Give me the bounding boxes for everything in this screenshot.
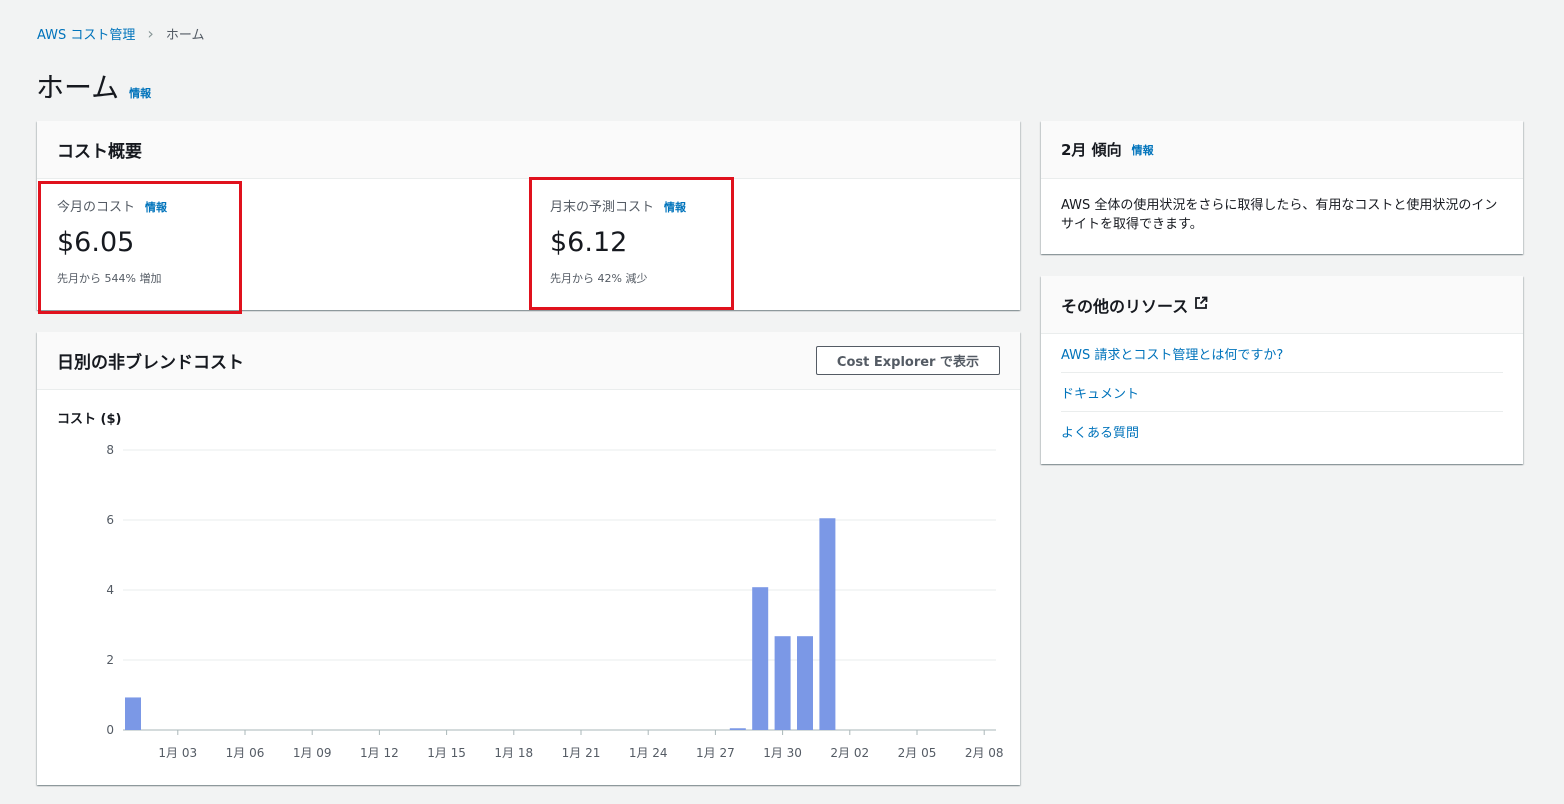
resource-list: AWS 請求とコスト管理とは何ですか? ドキュメント よくある質問 <box>1041 334 1523 450</box>
x-tick-label: 1月 03 <box>158 746 197 760</box>
other-resources-panel: その他のリソース AWS 請求とコスト管理とは何ですか? ドキュメント よくある… <box>1041 276 1523 464</box>
breadcrumb-current: ホーム <box>165 28 205 43</box>
page-info-link[interactable]: 情報 <box>129 85 151 101</box>
chevron-right-icon: › <box>147 24 154 43</box>
x-tick-label: 1月 18 <box>494 746 533 760</box>
chart-bar[interactable] <box>752 587 769 730</box>
x-tick-label: 1月 24 <box>629 746 668 760</box>
y-tick-label: 6 <box>106 513 114 527</box>
x-tick-label: 1月 12 <box>360 746 399 760</box>
breadcrumb-cost-management-link[interactable]: AWS コスト管理 <box>37 24 135 43</box>
x-tick-label: 1月 21 <box>562 746 601 760</box>
trend-header: 2月 傾向 情報 <box>1041 121 1523 179</box>
x-tick-label: 1月 15 <box>427 746 466 760</box>
page-header: ホーム 情報 <box>36 66 151 106</box>
daily-cost-chart: 0 2 4 6 8 1月 03 1月 06 1月 09 1月 12 1月 15 1月 18 1月 21… <box>106 443 1004 760</box>
chart-bar[interactable] <box>819 518 836 730</box>
other-resources-header: その他のリソース <box>1041 276 1523 334</box>
external-link-icon[interactable] <box>1194 295 1208 314</box>
page-title: ホーム <box>36 71 120 104</box>
chart-bar[interactable] <box>797 636 813 730</box>
highlight-box-forecast <box>529 177 734 310</box>
y-tick-label: 8 <box>106 443 114 457</box>
x-tick-label: 2月 05 <box>898 746 937 760</box>
cost-summary-title: コスト概要 <box>57 142 142 162</box>
x-tick-label: 1月 30 <box>763 746 802 760</box>
x-tick-label: 1月 09 <box>293 746 332 760</box>
trend-info-link[interactable]: 情報 <box>1132 142 1154 158</box>
y-tick-label: 0 <box>106 723 114 737</box>
y-tick-label: 2 <box>106 653 114 667</box>
trend-title: 2月 傾向 <box>1061 141 1122 159</box>
daily-cost-panel: 日別の非ブレンドコスト Cost Explorer で表示 コスト ($) 02… <box>37 332 1020 785</box>
trend-body: AWS 全体の使用状況をさらに取得したら、有用なコストと使用状況のインサイトを取… <box>1061 198 1498 232</box>
resource-link-faq[interactable]: よくある質問 <box>1061 426 1139 441</box>
trend-panel: 2月 傾向 情報 AWS 全体の使用状況をさらに取得したら、有用なコストと使用状… <box>1041 121 1523 254</box>
x-tick-label: 2月 08 <box>965 746 1004 760</box>
x-tick-label: 1月 06 <box>226 746 265 760</box>
x-tick-label: 1月 27 <box>696 746 735 760</box>
chart-bar[interactable] <box>774 636 791 730</box>
y-tick-label: 4 <box>106 583 114 597</box>
x-tick-label: 2月 02 <box>830 746 869 760</box>
breadcrumb: AWS コスト管理 › ホーム <box>37 24 204 43</box>
other-resources-title: その他のリソース <box>1061 296 1189 316</box>
resource-link-what-is-billing[interactable]: AWS 請求とコスト管理とは何ですか? <box>1061 348 1283 363</box>
resource-link-documentation[interactable]: ドキュメント <box>1061 387 1139 402</box>
chart-bar[interactable] <box>729 728 746 730</box>
highlight-box-this-month <box>38 181 242 314</box>
cost-summary-header: コスト概要 <box>37 121 1020 179</box>
chart-bar[interactable] <box>125 697 141 730</box>
